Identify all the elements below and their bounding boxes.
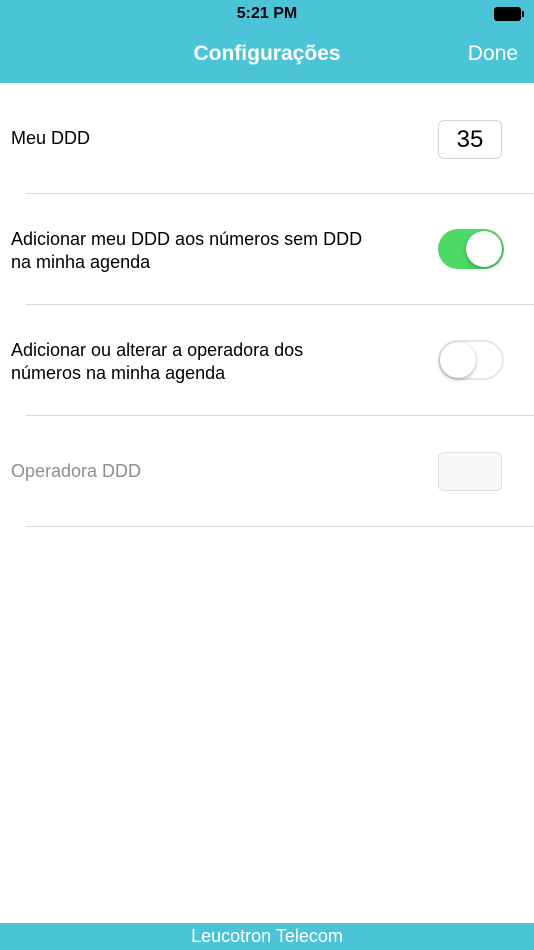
- toggle-knob: [466, 231, 502, 267]
- setting-row-operadora-ddd: Operadora DDD: [0, 416, 534, 527]
- page-title: Configurações: [193, 42, 341, 65]
- navigation-bar: Configurações Done: [0, 28, 534, 83]
- add-ddd-label-line1: Adicionar meu DDD aos números sem DDD: [11, 229, 363, 249]
- add-ddd-label: Adicionar meu DDD aos números sem DDD na…: [11, 228, 362, 274]
- operadora-ddd-input[interactable]: [438, 452, 502, 491]
- row-divider: [26, 526, 534, 527]
- setting-row-operadora: Adicionar ou alterar a operadora dos núm…: [0, 305, 534, 416]
- operadora-label-line2: números na minha agenda: [11, 363, 226, 383]
- add-ddd-label-line2: na minha agenda: [11, 252, 151, 272]
- toggle-knob: [440, 342, 476, 378]
- status-bar: 5:21 PM: [0, 0, 534, 28]
- setting-row-add-ddd: Adicionar meu DDD aos números sem DDD na…: [0, 194, 534, 305]
- operadora-ddd-label: Operadora DDD: [11, 461, 142, 481]
- operadora-label-line1: Adicionar ou alterar a operadora dos: [11, 340, 304, 360]
- operadora-label: Adicionar ou alterar a operadora dos núm…: [11, 339, 303, 385]
- battery-full-icon: [494, 7, 524, 21]
- add-ddd-toggle[interactable]: [438, 229, 504, 269]
- status-time: 5:21 PM: [236, 5, 298, 22]
- done-button[interactable]: Done: [468, 42, 518, 66]
- meu-ddd-input[interactable]: 35: [438, 120, 502, 159]
- meu-ddd-label: Meu DDD: [11, 128, 91, 148]
- operadora-toggle[interactable]: [438, 340, 504, 380]
- footer-brand: Leucotron Telecom: [0, 923, 534, 950]
- setting-row-meu-ddd: Meu DDD 35: [0, 83, 534, 194]
